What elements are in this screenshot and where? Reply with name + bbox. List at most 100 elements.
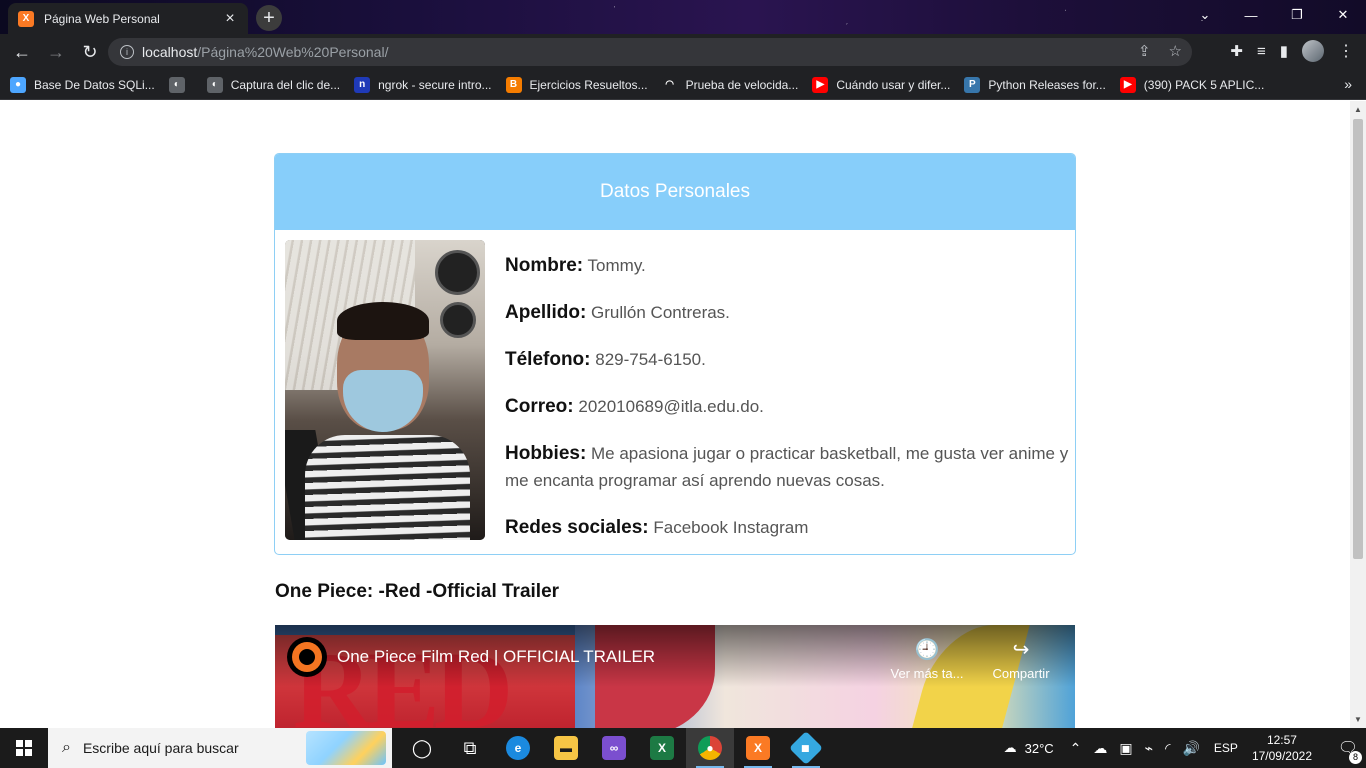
bookmark-item[interactable]: n ngrok - secure intro... — [354, 76, 492, 93]
bookmark-favicon-icon: ▶ — [812, 76, 829, 93]
share-video-button[interactable]: ↪ Compartir — [981, 637, 1061, 681]
tab-title: Página Web Personal — [44, 11, 160, 26]
channel-avatar[interactable] — [287, 637, 327, 677]
bookmark-item[interactable]: ◠ Prueba de velocida... — [661, 76, 799, 93]
bookmark-favicon-icon: n — [354, 76, 371, 93]
taskbar-edge[interactable]: e — [494, 728, 542, 768]
scroll-thumb[interactable] — [1353, 119, 1363, 559]
forward-button[interactable]: → — [40, 36, 72, 68]
bookmark-item[interactable]: ▶ Cuándo usar y difer... — [812, 76, 950, 93]
page-scrollbar[interactable]: ▲ ▼ — [1350, 101, 1366, 728]
minimize-button[interactable]: — — [1228, 0, 1274, 30]
field-nombre: Nombre: Tommy. — [505, 252, 1070, 279]
weather-widget[interactable]: ☁ 32°C — [1004, 740, 1054, 756]
bookmarks-overflow-icon[interactable]: » — [1344, 76, 1352, 92]
bookmark-favicon-icon: P — [964, 76, 981, 93]
bookmark-favicon-icon: ◠ — [661, 76, 678, 93]
bookmark-label: (390) PACK 5 APLIC... — [1143, 77, 1265, 92]
page-viewport: Datos Personales Nombre: Tommy. Apellido… — [0, 101, 1350, 728]
clock-icon: 🕘 — [914, 639, 940, 661]
bookmark-label: ngrok - secure intro... — [378, 77, 492, 92]
windows-logo-icon — [16, 740, 32, 756]
task-view-button[interactable]: ⧉ — [446, 728, 494, 768]
watch-later-button[interactable]: 🕘 Ver más ta... — [887, 637, 967, 681]
bookmark-item[interactable]: ● Base De Datos SQLi... — [10, 76, 155, 93]
video-title[interactable]: One Piece Film Red | OFFICIAL TRAILER — [337, 647, 655, 667]
taskbar-file-explorer[interactable]: ▬ — [542, 728, 590, 768]
browser-toolbar: ← → ↻ i localhost /Página%20Web%20Person… — [0, 34, 1366, 70]
restore-button[interactable]: ❐ — [1274, 0, 1320, 30]
onedrive-icon[interactable]: ☁ — [1093, 740, 1107, 757]
youtube-embed[interactable]: RED One Piece Film Red | OFFICIAL TRAILE… — [275, 625, 1075, 728]
instagram-link[interactable]: Instagram — [733, 518, 809, 537]
search-placeholder: Escribe aquí para buscar — [82, 740, 239, 756]
scroll-up-icon[interactable]: ▲ — [1354, 105, 1362, 114]
git-icon: ◆ — [789, 731, 823, 765]
system-tray: ☁ 32°C ⌃ ☁ ▣ ⌁ ◜ 🔊 ESP 12:57 17/09/2022 … — [1004, 728, 1366, 768]
search-icon: ⌕ — [62, 739, 71, 756]
visual-studio-icon: ∞ — [602, 736, 626, 760]
bookmark-item[interactable]: ▶ (390) PACK 5 APLIC... — [1119, 76, 1265, 93]
bookmark-item[interactable]: ◐ — [168, 76, 193, 93]
field-value: Grullón Contreras. — [591, 303, 730, 322]
temperature: 32°C — [1024, 740, 1054, 756]
bookmark-favicon-icon: B — [505, 76, 522, 93]
profile-photo — [285, 240, 485, 540]
windows-taskbar: ⌕ Escribe aquí para buscar ◯ ⧉ e ▬ ∞ X ●… — [0, 728, 1366, 768]
bookmark-label: Base De Datos SQLi... — [34, 77, 155, 92]
network-icon[interactable]: ◜ — [1165, 740, 1170, 757]
video-section-heading: One Piece: -Red -Official Trailer — [275, 581, 560, 602]
tab-search-chevron-icon[interactable]: ⌄ — [1182, 0, 1228, 30]
browser-tab-active[interactable]: X Página Web Personal × — [8, 3, 248, 34]
close-window-button[interactable]: ✕ — [1320, 0, 1366, 30]
scroll-down-icon[interactable]: ▼ — [1354, 715, 1362, 724]
notification-center-button[interactable]: 🗨 8 — [1330, 738, 1366, 764]
show-hidden-icons-chevron-icon[interactable]: ⌃ — [1070, 740, 1082, 757]
facebook-link[interactable]: Facebook — [653, 518, 728, 537]
taskbar-chrome[interactable]: ● — [686, 728, 734, 768]
browser-menu-icon[interactable]: ⋮ — [1338, 41, 1354, 61]
bookmark-item[interactable]: B Ejercicios Resueltos... — [505, 76, 648, 93]
site-info-icon[interactable]: i — [120, 45, 134, 59]
watch-later-label: Ver más ta... — [890, 666, 964, 681]
media-control-icon[interactable]: ≡ — [1257, 43, 1266, 60]
bookmark-label: Captura del clic de... — [230, 77, 341, 92]
field-label: Correo: — [505, 396, 574, 417]
url-path: /Página%20Web%20Personal/ — [197, 44, 389, 60]
power-icon[interactable]: ⌁ — [1145, 740, 1153, 757]
notification-count: 8 — [1349, 751, 1362, 764]
field-value: Tommy. — [587, 256, 646, 275]
volume-icon[interactable]: 🔊 — [1182, 740, 1199, 757]
profile-avatar[interactable] — [1302, 40, 1324, 62]
back-button[interactable]: ← — [6, 36, 38, 68]
bookmark-item[interactable]: P Python Releases for... — [964, 76, 1106, 93]
language-indicator[interactable]: ESP — [1214, 741, 1238, 755]
address-bar[interactable]: i localhost /Página%20Web%20Personal/ ⇪ … — [108, 38, 1192, 66]
reload-button[interactable]: ↻ — [74, 36, 106, 68]
extensions-icon[interactable]: ✚ — [1230, 42, 1243, 60]
start-button[interactable] — [0, 728, 48, 768]
cortana-button[interactable]: ◯ — [398, 728, 446, 768]
field-label: Télefono: — [505, 349, 591, 370]
taskbar-git[interactable]: ◆ — [782, 728, 830, 768]
taskbar-search[interactable]: ⌕ Escribe aquí para buscar — [48, 728, 392, 768]
chrome-icon: ● — [698, 736, 722, 760]
field-value: 202010689@itla.edu.do. — [578, 397, 764, 416]
taskbar-xampp[interactable]: X — [734, 728, 782, 768]
taskbar-excel[interactable]: X — [638, 728, 686, 768]
clock[interactable]: 12:57 17/09/2022 — [1252, 732, 1312, 764]
share-label: Compartir — [992, 666, 1050, 681]
taskbar-visual-studio[interactable]: ∞ — [590, 728, 638, 768]
field-value: 829-754-6150. — [595, 350, 706, 369]
tab-close-icon[interactable]: × — [222, 10, 238, 28]
bookmark-label: Prueba de velocida... — [685, 77, 799, 92]
field-hobbies: Hobbies: Me apasiona jugar o practicar b… — [505, 440, 1070, 494]
search-highlight-image[interactable] — [306, 731, 386, 765]
bookmark-star-icon[interactable]: ☆ — [1169, 42, 1182, 60]
new-tab-button[interactable]: + — [256, 5, 282, 31]
cloud-icon: ☁ — [1003, 740, 1017, 755]
tray-app-icon[interactable]: ▣ — [1119, 740, 1132, 757]
side-panel-icon[interactable]: ▮ — [1280, 42, 1288, 60]
share-icon[interactable]: ⇪ — [1138, 42, 1151, 60]
bookmark-item[interactable]: ◐ Captura del clic de... — [206, 76, 341, 93]
